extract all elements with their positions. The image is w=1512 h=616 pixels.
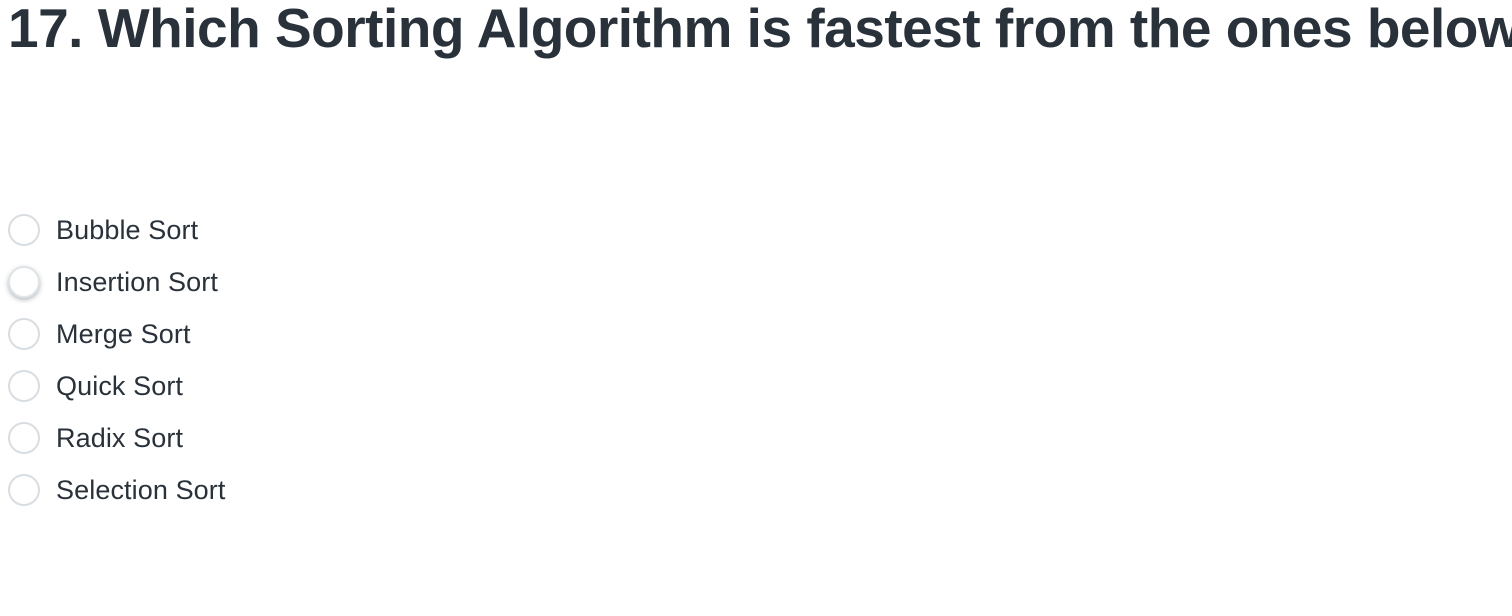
answer-options: Bubble Sort Insertion Sort Merge Sort Qu… [8,204,226,516]
option-merge-sort[interactable]: Merge Sort [8,308,226,360]
radio-button[interactable] [8,214,40,246]
question-title: 17. Which Sorting Algorithm is fastest f… [8,0,1512,59]
option-bubble-sort[interactable]: Bubble Sort [8,204,226,256]
option-label: Merge Sort [56,318,191,349]
option-label: Selection Sort [56,474,226,505]
option-label: Radix Sort [56,422,184,453]
radio-button[interactable] [8,370,40,402]
radio-button[interactable] [8,422,40,454]
option-radix-sort[interactable]: Radix Sort [8,412,226,464]
radio-button[interactable] [8,474,40,506]
option-label: Bubble Sort [56,214,199,245]
option-label: Quick Sort [56,370,184,401]
option-insertion-sort[interactable]: Insertion Sort [8,256,226,308]
radio-button[interactable] [8,318,40,350]
option-label: Insertion Sort [56,266,218,297]
option-quick-sort[interactable]: Quick Sort [8,360,226,412]
option-selection-sort[interactable]: Selection Sort [8,464,226,516]
radio-button[interactable] [8,266,40,298]
